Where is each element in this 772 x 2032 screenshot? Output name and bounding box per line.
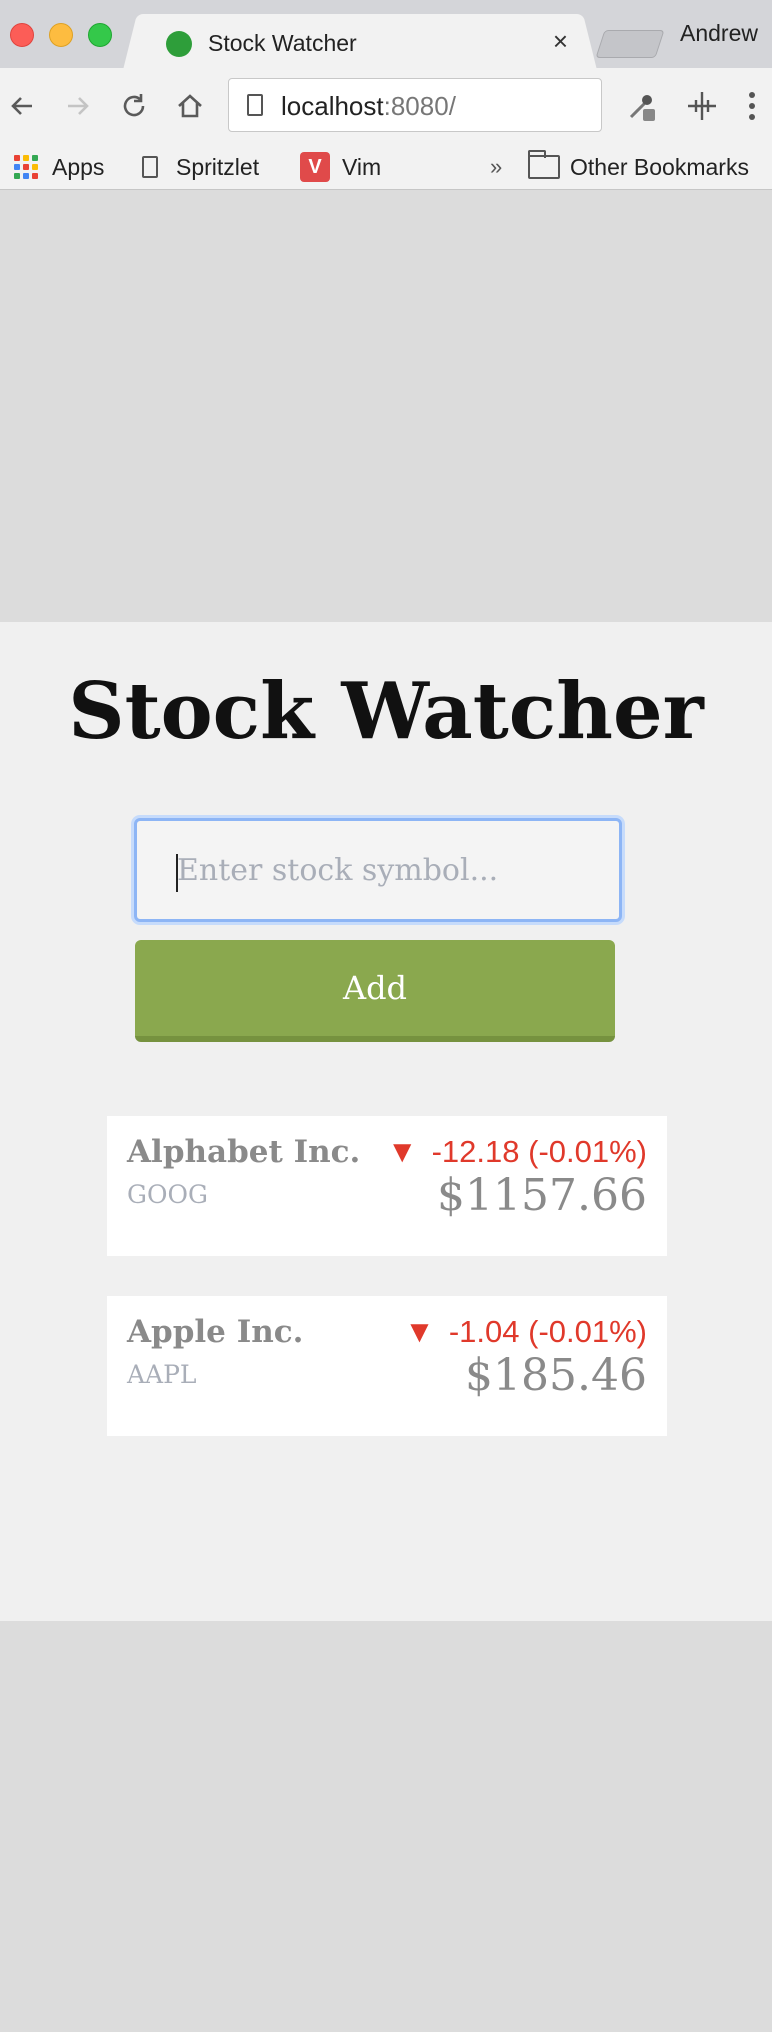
new-tab-button[interactable] — [595, 30, 665, 58]
text-caret — [176, 854, 178, 892]
move-extension-icon[interactable] — [682, 86, 722, 126]
bookmarks-bar: Apps Spritzlet V Vim » Other Bookmarks — [0, 144, 772, 190]
bookmark-other-bookmarks[interactable]: Other Bookmarks — [528, 150, 749, 184]
address-bar[interactable]: localhost:8080/ — [228, 78, 602, 132]
home-icon[interactable] — [170, 86, 210, 126]
favicon-icon — [166, 31, 192, 57]
document-icon — [142, 156, 158, 178]
stock-change: ▼ -12.18 (-0.01%) — [386, 1134, 647, 1169]
chevron-double-right-icon: » — [490, 154, 503, 179]
forward-arrow-icon[interactable] — [58, 86, 98, 126]
bookmark-apps[interactable]: Apps — [14, 150, 104, 184]
down-arrow-icon: ▼ — [404, 1314, 435, 1349]
bookmark-label: Vim — [342, 153, 382, 180]
eyedropper-extension-icon[interactable] — [622, 86, 662, 126]
reload-icon[interactable] — [114, 86, 154, 126]
browser-toolbar: localhost:8080/ — [0, 68, 772, 144]
page-title: Stock Watcher — [68, 666, 704, 757]
back-arrow-icon[interactable] — [2, 86, 42, 126]
down-arrow-icon: ▼ — [386, 1134, 418, 1169]
stock-name: Alphabet Inc. — [127, 1134, 361, 1170]
stock-name: Apple Inc. — [127, 1314, 304, 1350]
bookmark-vim[interactable]: V Vim — [300, 150, 381, 184]
menu-kebab-icon[interactable] — [732, 86, 772, 126]
bookmark-label: Other Bookmarks — [570, 153, 749, 180]
apps-grid-icon — [14, 155, 38, 179]
vim-icon: V — [300, 152, 330, 182]
stock-symbol: AAPL — [127, 1360, 197, 1389]
folder-icon — [528, 150, 560, 179]
bookmark-label: Spritzlet — [176, 153, 260, 180]
stock-change: ▼ -1.04 (-0.01%) — [404, 1314, 647, 1349]
minimize-window-button[interactable] — [49, 23, 73, 47]
tab-title: Stock Watcher — [208, 30, 357, 56]
url-text: localhost:8080/ — [281, 91, 456, 121]
close-window-button[interactable] — [10, 23, 34, 47]
bookmark-label: Apps — [52, 153, 105, 180]
stock-symbol-input[interactable] — [134, 818, 622, 922]
close-icon[interactable]: × — [553, 28, 568, 54]
stock-price: $185.46 — [465, 1350, 647, 1401]
page-info-icon[interactable] — [247, 94, 263, 116]
browser-tab-active[interactable]: Stock Watcher × — [140, 14, 580, 70]
stock-watcher-panel: Stock Watcher Add Alphabet Inc. GOOG ▼-1… — [0, 622, 772, 1621]
browser-titlebar: Stock Watcher × Andrew — [0, 0, 772, 70]
stock-symbol: GOOG — [127, 1180, 208, 1209]
stock-price: $1157.66 — [437, 1170, 647, 1221]
maximize-window-button[interactable] — [88, 23, 112, 47]
bookmark-spritzlet[interactable]: Spritzlet — [142, 150, 259, 184]
stock-card[interactable]: Apple Inc. AAPL ▼ -1.04 (-0.01%) $185.46 — [107, 1296, 667, 1436]
stock-card[interactable]: Alphabet Inc. GOOG ▼ -12.18 (-0.01%) $115… — [107, 1116, 667, 1256]
bookmarks-overflow-button[interactable]: » — [490, 150, 502, 184]
profile-button[interactable]: Andrew — [680, 20, 758, 47]
add-button[interactable]: Add — [135, 940, 615, 1042]
